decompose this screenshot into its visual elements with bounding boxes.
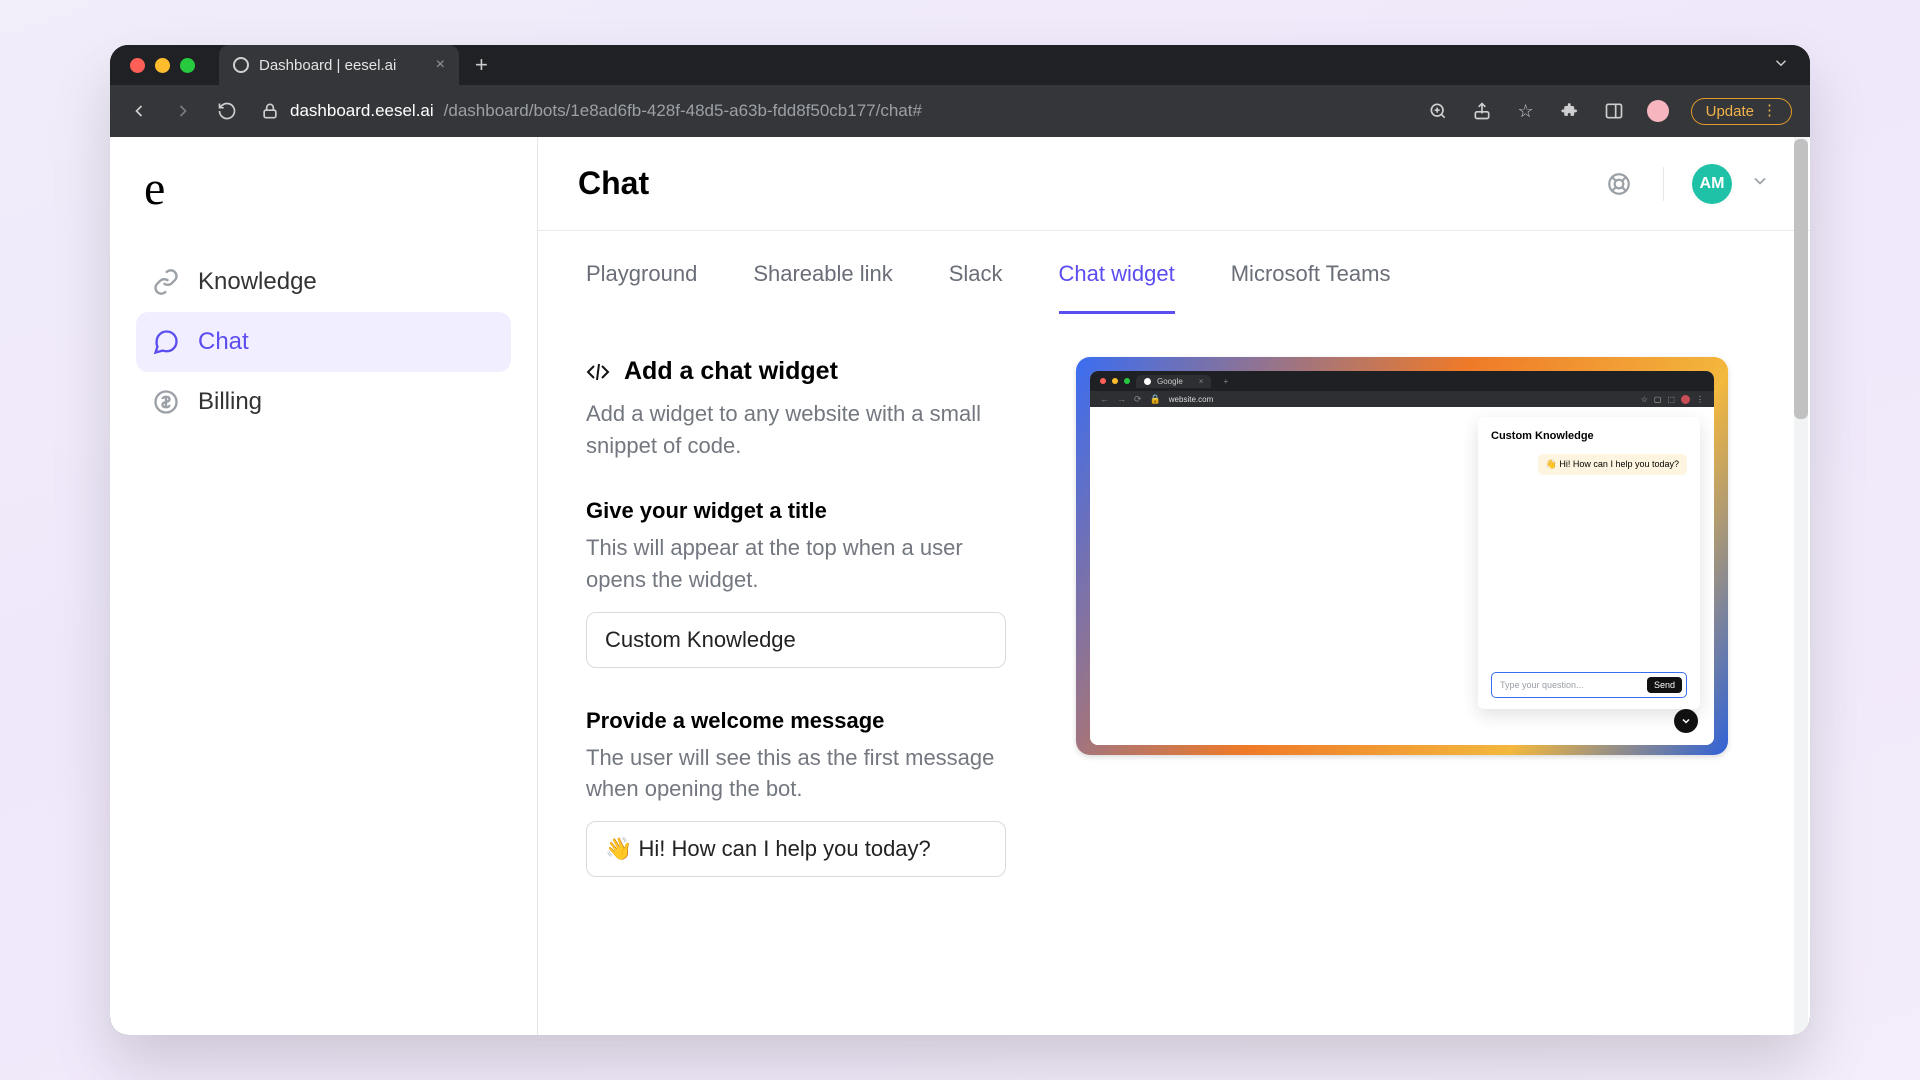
preview-profile-icon bbox=[1681, 395, 1690, 404]
browser-tab-strip: Dashboard | eesel.ai × + bbox=[110, 45, 1810, 85]
url-path: /dashboard/bots/1e8ad6fb-428f-48d5-a63b-… bbox=[444, 101, 922, 121]
page-viewport: e Knowledge Chat Billing Chat AM bbox=[110, 137, 1810, 1035]
extensions-icon[interactable] bbox=[1559, 100, 1581, 122]
header-divider bbox=[1663, 167, 1664, 201]
tab-slack[interactable]: Slack bbox=[949, 261, 1003, 314]
preview-page: Custom Knowledge 👋 Hi! How can I help yo… bbox=[1090, 407, 1714, 745]
nav-reload-button[interactable] bbox=[216, 100, 238, 122]
field-desc-welcome: The user will see this as the first mess… bbox=[586, 742, 1026, 806]
preview-close-dot bbox=[1100, 378, 1106, 384]
sidebar-item-label: Knowledge bbox=[198, 268, 317, 296]
preview-new-tab-icon: + bbox=[1223, 377, 1228, 386]
field-desc-title: This will appear at the top when a user … bbox=[586, 532, 1026, 596]
sidebar-item-label: Billing bbox=[198, 388, 262, 416]
preview-tab-close-icon: × bbox=[1199, 377, 1204, 386]
preview-menu-icon: ⋮ bbox=[1696, 395, 1704, 404]
zoom-icon[interactable] bbox=[1427, 100, 1449, 122]
user-avatar[interactable]: AM bbox=[1692, 164, 1732, 204]
content-area: Chat AM Playground Shareable link Slack … bbox=[538, 137, 1810, 1035]
tabs-overflow-icon[interactable] bbox=[1772, 54, 1790, 77]
tab-close-icon[interactable]: × bbox=[436, 56, 445, 74]
preview-ext-icon: ⬚ bbox=[1667, 395, 1675, 404]
browser-tab-active[interactable]: Dashboard | eesel.ai × bbox=[219, 45, 459, 85]
preview-browser: Google × + ← → ⟳ 🔒 website.com bbox=[1090, 371, 1714, 745]
new-tab-button[interactable]: + bbox=[475, 52, 488, 78]
bookmark-star-icon[interactable]: ☆ bbox=[1515, 100, 1537, 122]
sidebar-item-label: Chat bbox=[198, 328, 249, 356]
tab-shareable-link[interactable]: Shareable link bbox=[753, 261, 892, 314]
welcome-message-input[interactable] bbox=[586, 821, 1006, 877]
help-button[interactable] bbox=[1603, 168, 1635, 200]
url-host: dashboard.eesel.ai bbox=[290, 101, 434, 121]
dollar-circle-icon bbox=[152, 388, 180, 416]
preview-tab-favicon bbox=[1144, 378, 1151, 385]
chevron-down-icon bbox=[1680, 715, 1692, 727]
preview-chat-panel: Custom Knowledge 👋 Hi! How can I help yo… bbox=[1478, 417, 1700, 709]
content-body: Add a chat widget Add a widget to any we… bbox=[538, 315, 1810, 877]
user-menu-chevron-icon[interactable] bbox=[1750, 171, 1770, 196]
tab-chat-widget[interactable]: Chat widget bbox=[1059, 261, 1175, 314]
chat-icon bbox=[152, 328, 180, 356]
tab-favicon bbox=[233, 57, 249, 73]
preview-greeting-bubble: 👋 Hi! How can I help you today? bbox=[1538, 454, 1687, 475]
widget-title-input[interactable] bbox=[586, 612, 1006, 668]
lock-icon bbox=[260, 101, 280, 121]
section-desc-add-widget: Add a widget to any website with a small… bbox=[586, 398, 1026, 462]
preview-input-placeholder: Type your question... bbox=[1500, 680, 1647, 690]
page-title: Chat bbox=[578, 165, 1603, 202]
preview-forward-icon: → bbox=[1117, 394, 1126, 404]
sidebar-item-chat[interactable]: Chat bbox=[136, 312, 511, 372]
preview-star-icon: ☆ bbox=[1641, 395, 1648, 404]
code-icon bbox=[586, 360, 610, 384]
settings-column: Add a chat widget Add a widget to any we… bbox=[586, 357, 1026, 877]
preview-lock-icon: 🔒 bbox=[1150, 394, 1161, 405]
scrollbar-thumb[interactable] bbox=[1794, 139, 1808, 419]
preview-tab: Google × bbox=[1136, 375, 1211, 388]
preview-chat-input: Type your question... Send bbox=[1491, 672, 1687, 698]
profile-avatar[interactable] bbox=[1647, 100, 1669, 122]
preview-send-button: Send bbox=[1647, 677, 1682, 693]
nav-back-button[interactable] bbox=[128, 100, 150, 122]
tab-title: Dashboard | eesel.ai bbox=[259, 57, 396, 74]
share-icon[interactable] bbox=[1471, 100, 1493, 122]
section-heading-add-widget: Add a chat widget bbox=[586, 357, 1026, 386]
preview-url: website.com bbox=[1169, 395, 1213, 404]
preview-reload-icon: ⟳ bbox=[1134, 394, 1142, 405]
preview-zoom-dot bbox=[1124, 378, 1130, 384]
preview-min-dot bbox=[1112, 378, 1118, 384]
window-controls bbox=[130, 58, 195, 73]
address-bar[interactable]: dashboard.eesel.ai/dashboard/bots/1e8ad6… bbox=[260, 101, 922, 121]
content-header: Chat AM bbox=[538, 137, 1810, 231]
content-tabs: Playground Shareable link Slack Chat wid… bbox=[538, 231, 1810, 315]
sidebar-item-billing[interactable]: Billing bbox=[136, 372, 511, 432]
section-heading-text: Add a chat widget bbox=[624, 357, 838, 386]
app-sidebar: e Knowledge Chat Billing bbox=[110, 137, 538, 1035]
update-button[interactable]: Update ⋮ bbox=[1691, 98, 1792, 125]
link-icon bbox=[152, 268, 180, 296]
app-logo: e bbox=[136, 161, 511, 252]
browser-window: Dashboard | eesel.ai × + dashboard.eesel… bbox=[110, 45, 1810, 1035]
lifebuoy-icon bbox=[1606, 171, 1632, 197]
window-close-button[interactable] bbox=[130, 58, 145, 73]
sidebar-item-knowledge[interactable]: Knowledge bbox=[136, 252, 511, 312]
preview-nav-bar: ← → ⟳ 🔒 website.com ☆ ▢ ⬚ ⋮ bbox=[1090, 391, 1714, 407]
window-minimize-button[interactable] bbox=[155, 58, 170, 73]
tab-playground[interactable]: Playground bbox=[586, 261, 697, 314]
preview-square-icon: ▢ bbox=[1654, 395, 1662, 404]
widget-preview: Google × + ← → ⟳ 🔒 website.com bbox=[1076, 357, 1762, 877]
field-label-welcome: Provide a welcome message bbox=[586, 708, 1026, 734]
preview-tab-title: Google bbox=[1157, 377, 1183, 386]
sidepanel-icon[interactable] bbox=[1603, 100, 1625, 122]
update-label: Update bbox=[1706, 103, 1754, 120]
preview-launcher-fab bbox=[1674, 709, 1698, 733]
tab-ms-teams[interactable]: Microsoft Teams bbox=[1231, 261, 1391, 314]
preview-frame: Google × + ← → ⟳ 🔒 website.com bbox=[1076, 357, 1728, 755]
preview-back-icon: ← bbox=[1100, 394, 1109, 404]
field-label-title: Give your widget a title bbox=[586, 498, 1026, 524]
window-zoom-button[interactable] bbox=[180, 58, 195, 73]
nav-forward-button[interactable] bbox=[172, 100, 194, 122]
preview-widget-title: Custom Knowledge bbox=[1491, 430, 1687, 442]
preview-tab-strip: Google × + bbox=[1090, 371, 1714, 391]
browser-toolbar: dashboard.eesel.ai/dashboard/bots/1e8ad6… bbox=[110, 85, 1810, 137]
